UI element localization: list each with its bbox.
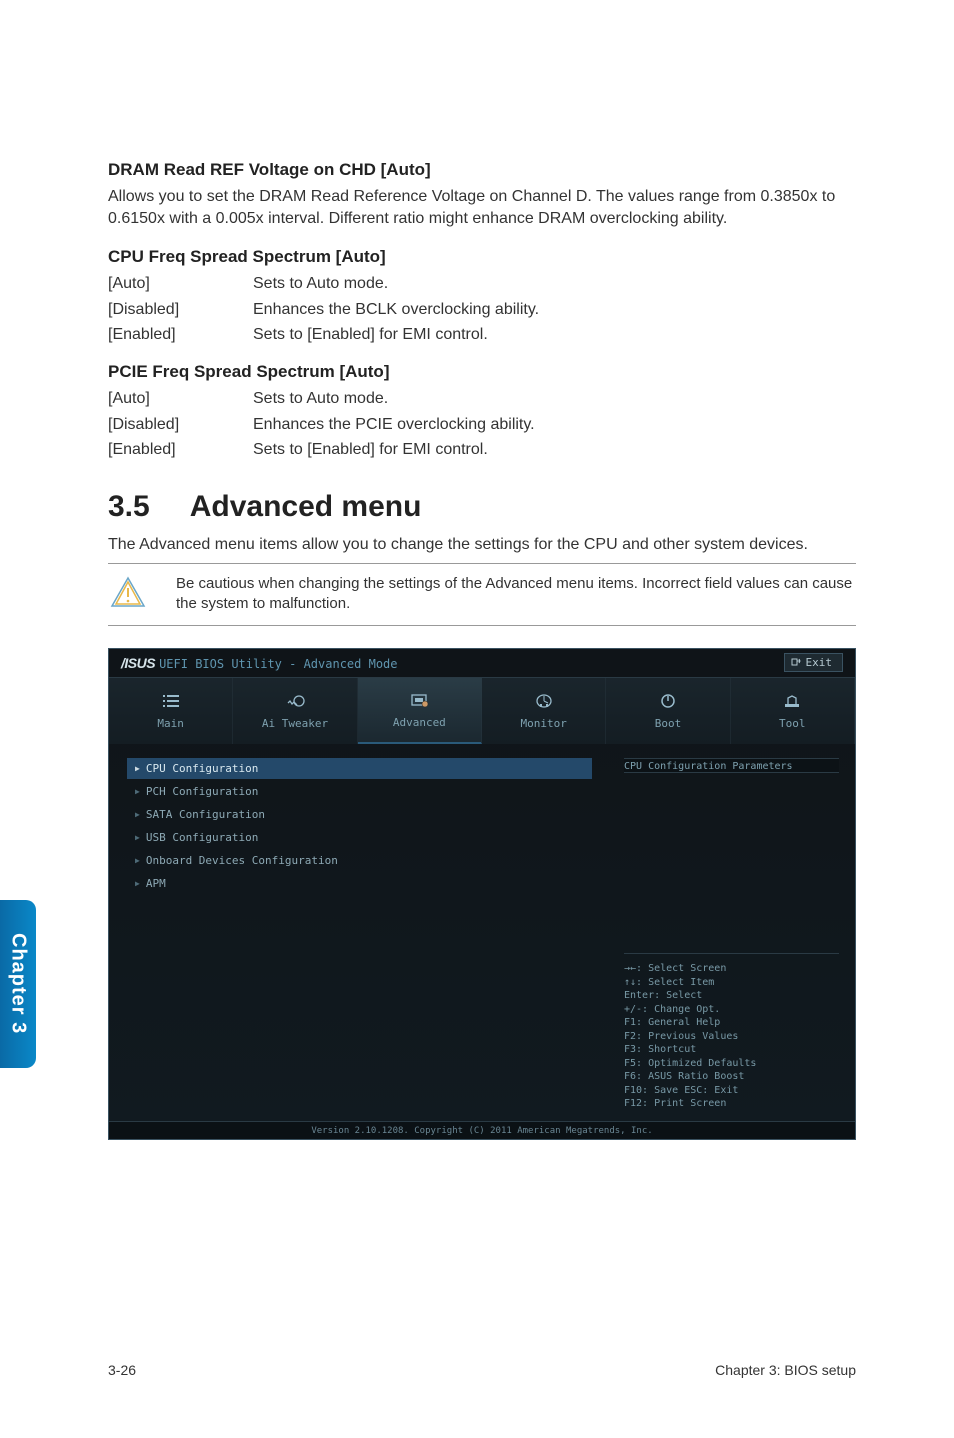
section-title: 3.5 Advanced menu: [108, 490, 856, 524]
chapter-tab-label: Chapter 3: [7, 933, 30, 1034]
dram-title: DRAM Read REF Voltage on CHD [Auto]: [108, 160, 856, 180]
option-key: [Auto]: [108, 273, 253, 295]
page-footer: 3-26 Chapter 3: BIOS setup: [108, 1362, 856, 1378]
option-value: Sets to Auto mode.: [253, 273, 856, 295]
bios-help-line: F2: Previous Values: [624, 1030, 839, 1044]
bios-body: ▶ CPU Configuration ▶ PCH Configuration ▶ SAT…: [109, 744, 855, 1121]
bios-menu: ▶ CPU Configuration ▶ PCH Configuration ▶ SAT…: [109, 744, 610, 1121]
option-row: [Auto]Sets to Auto mode.: [108, 273, 856, 295]
bios-menu-item[interactable]: ▶ APM: [127, 873, 592, 894]
advanced-para: The Advanced menu items allow you to cha…: [108, 534, 856, 556]
pciefreq-options: [Auto]Sets to Auto mode.[Disabled]Enhanc…: [108, 388, 856, 461]
option-key: [Disabled]: [108, 414, 253, 436]
warning-icon: [108, 574, 148, 608]
bios-tab-main[interactable]: Main: [109, 678, 233, 744]
chevron-right-icon: ▶: [135, 787, 140, 796]
bios-help-panel: CPU Configuration Parameters →←: Select …: [610, 744, 855, 1121]
section-name: Advanced menu: [190, 490, 422, 524]
tab-icon: [657, 691, 679, 711]
bios-help-top: CPU Configuration Parameters: [624, 758, 839, 773]
bios-menu-item-label: Onboard Devices Configuration: [146, 854, 338, 867]
bios-tab-monitor[interactable]: Monitor: [482, 678, 606, 744]
bios-help-bottom: →←: Select Screen↑↓: Select ItemEnter: S…: [624, 953, 839, 1111]
tab-icon: [408, 690, 430, 710]
bios-help-line: F5: Optimized Defaults: [624, 1057, 839, 1071]
tab-icon: [533, 691, 555, 711]
warning-text: Be cautious when changing the settings o…: [176, 574, 856, 615]
tab-label: Main: [157, 717, 184, 730]
option-value: Sets to [Enabled] for EMI control.: [253, 439, 856, 461]
bios-tab-boot[interactable]: Boot: [606, 678, 730, 744]
bios-menu-item[interactable]: ▶ USB Configuration: [127, 827, 592, 848]
tab-label: Tool: [779, 717, 806, 730]
dram-para: Allows you to set the DRAM Read Referenc…: [108, 186, 856, 229]
bios-menu-item-label: SATA Configuration: [146, 808, 265, 821]
bios-tab-advanced[interactable]: Advanced: [358, 678, 482, 744]
page-number: 3-26: [108, 1362, 136, 1378]
cpufreq-title: CPU Freq Spread Spectrum [Auto]: [108, 247, 856, 267]
option-key: [Enabled]: [108, 439, 253, 461]
tab-label: Ai Tweaker: [262, 717, 328, 730]
option-row: [Disabled]Enhances the BCLK overclocking…: [108, 299, 856, 321]
bios-help-line: F3: Shortcut: [624, 1043, 839, 1057]
bios-screenshot: /ISUS UEFI BIOS Utility - Advanced Mode …: [108, 648, 856, 1140]
option-key: [Enabled]: [108, 324, 253, 346]
warning-block: Be cautious when changing the settings o…: [108, 563, 856, 626]
asus-logo: /ISUS: [121, 655, 155, 671]
section-number: 3.5: [108, 490, 150, 524]
bios-tab-tool[interactable]: Tool: [731, 678, 855, 744]
option-value: Sets to [Enabled] for EMI control.: [253, 324, 856, 346]
option-row: [Disabled]Enhances the PCIE overclocking…: [108, 414, 856, 436]
chevron-right-icon: ▶: [135, 833, 140, 842]
pciefreq-title: PCIE Freq Spread Spectrum [Auto]: [108, 362, 856, 382]
bios-menu-item-label: PCH Configuration: [146, 785, 259, 798]
chapter-tab: Chapter 3: [0, 900, 36, 1068]
page-footer-right: Chapter 3: BIOS setup: [715, 1362, 856, 1378]
bios-menu-item[interactable]: ▶ SATA Configuration: [127, 804, 592, 825]
tab-label: Boot: [655, 717, 682, 730]
chevron-right-icon: ▶: [135, 856, 140, 865]
tab-label: Advanced: [393, 716, 446, 729]
bios-footer: Version 2.10.1208. Copyright (C) 2011 Am…: [109, 1121, 855, 1139]
bios-tabs: Main Ai Tweaker Advanced Monitor Boot Tool: [109, 678, 855, 744]
bios-help-line: →←: Select Screen: [624, 962, 839, 976]
bios-help-line: F12: Print Screen: [624, 1097, 839, 1111]
bios-titlebar: /ISUS UEFI BIOS Utility - Advanced Mode …: [109, 649, 855, 678]
option-value: Enhances the PCIE overclocking ability.: [253, 414, 856, 436]
option-key: [Disabled]: [108, 299, 253, 321]
exit-button[interactable]: Exit: [784, 653, 844, 672]
tab-icon: [160, 691, 182, 711]
bios-title-text: UEFI BIOS Utility - Advanced Mode: [159, 657, 397, 671]
chevron-right-icon: ▶: [135, 764, 140, 773]
tab-label: Monitor: [520, 717, 566, 730]
bios-menu-item-label: APM: [146, 877, 166, 890]
tab-icon: [284, 691, 306, 711]
bios-menu-item[interactable]: ▶ Onboard Devices Configuration: [127, 850, 592, 871]
tab-icon: [781, 691, 803, 711]
cpufreq-options: [Auto]Sets to Auto mode.[Disabled]Enhanc…: [108, 273, 856, 346]
bios-menu-item-label: CPU Configuration: [146, 762, 259, 775]
exit-label: Exit: [806, 656, 833, 669]
bios-menu-item[interactable]: ▶ PCH Configuration: [127, 781, 592, 802]
option-value: Sets to Auto mode.: [253, 388, 856, 410]
bios-help-line: F10: Save ESC: Exit: [624, 1084, 839, 1098]
option-row: [Enabled]Sets to [Enabled] for EMI contr…: [108, 439, 856, 461]
bios-menu-item-label: USB Configuration: [146, 831, 259, 844]
bios-help-line: ↑↓: Select Item: [624, 976, 839, 990]
bios-menu-item[interactable]: ▶ CPU Configuration: [127, 758, 592, 779]
bios-help-line: Enter: Select: [624, 989, 839, 1003]
exit-icon: [791, 656, 801, 669]
option-value: Enhances the BCLK overclocking ability.: [253, 299, 856, 321]
bios-help-line: F6: ASUS Ratio Boost: [624, 1070, 839, 1084]
option-row: [Enabled]Sets to [Enabled] for EMI contr…: [108, 324, 856, 346]
bios-title-left: /ISUS UEFI BIOS Utility - Advanced Mode: [121, 655, 398, 671]
bios-help-line: F1: General Help: [624, 1016, 839, 1030]
option-key: [Auto]: [108, 388, 253, 410]
bios-tab-ai-tweaker[interactable]: Ai Tweaker: [233, 678, 357, 744]
option-row: [Auto]Sets to Auto mode.: [108, 388, 856, 410]
chevron-right-icon: ▶: [135, 810, 140, 819]
chevron-right-icon: ▶: [135, 879, 140, 888]
bios-help-line: +/-: Change Opt.: [624, 1003, 839, 1017]
